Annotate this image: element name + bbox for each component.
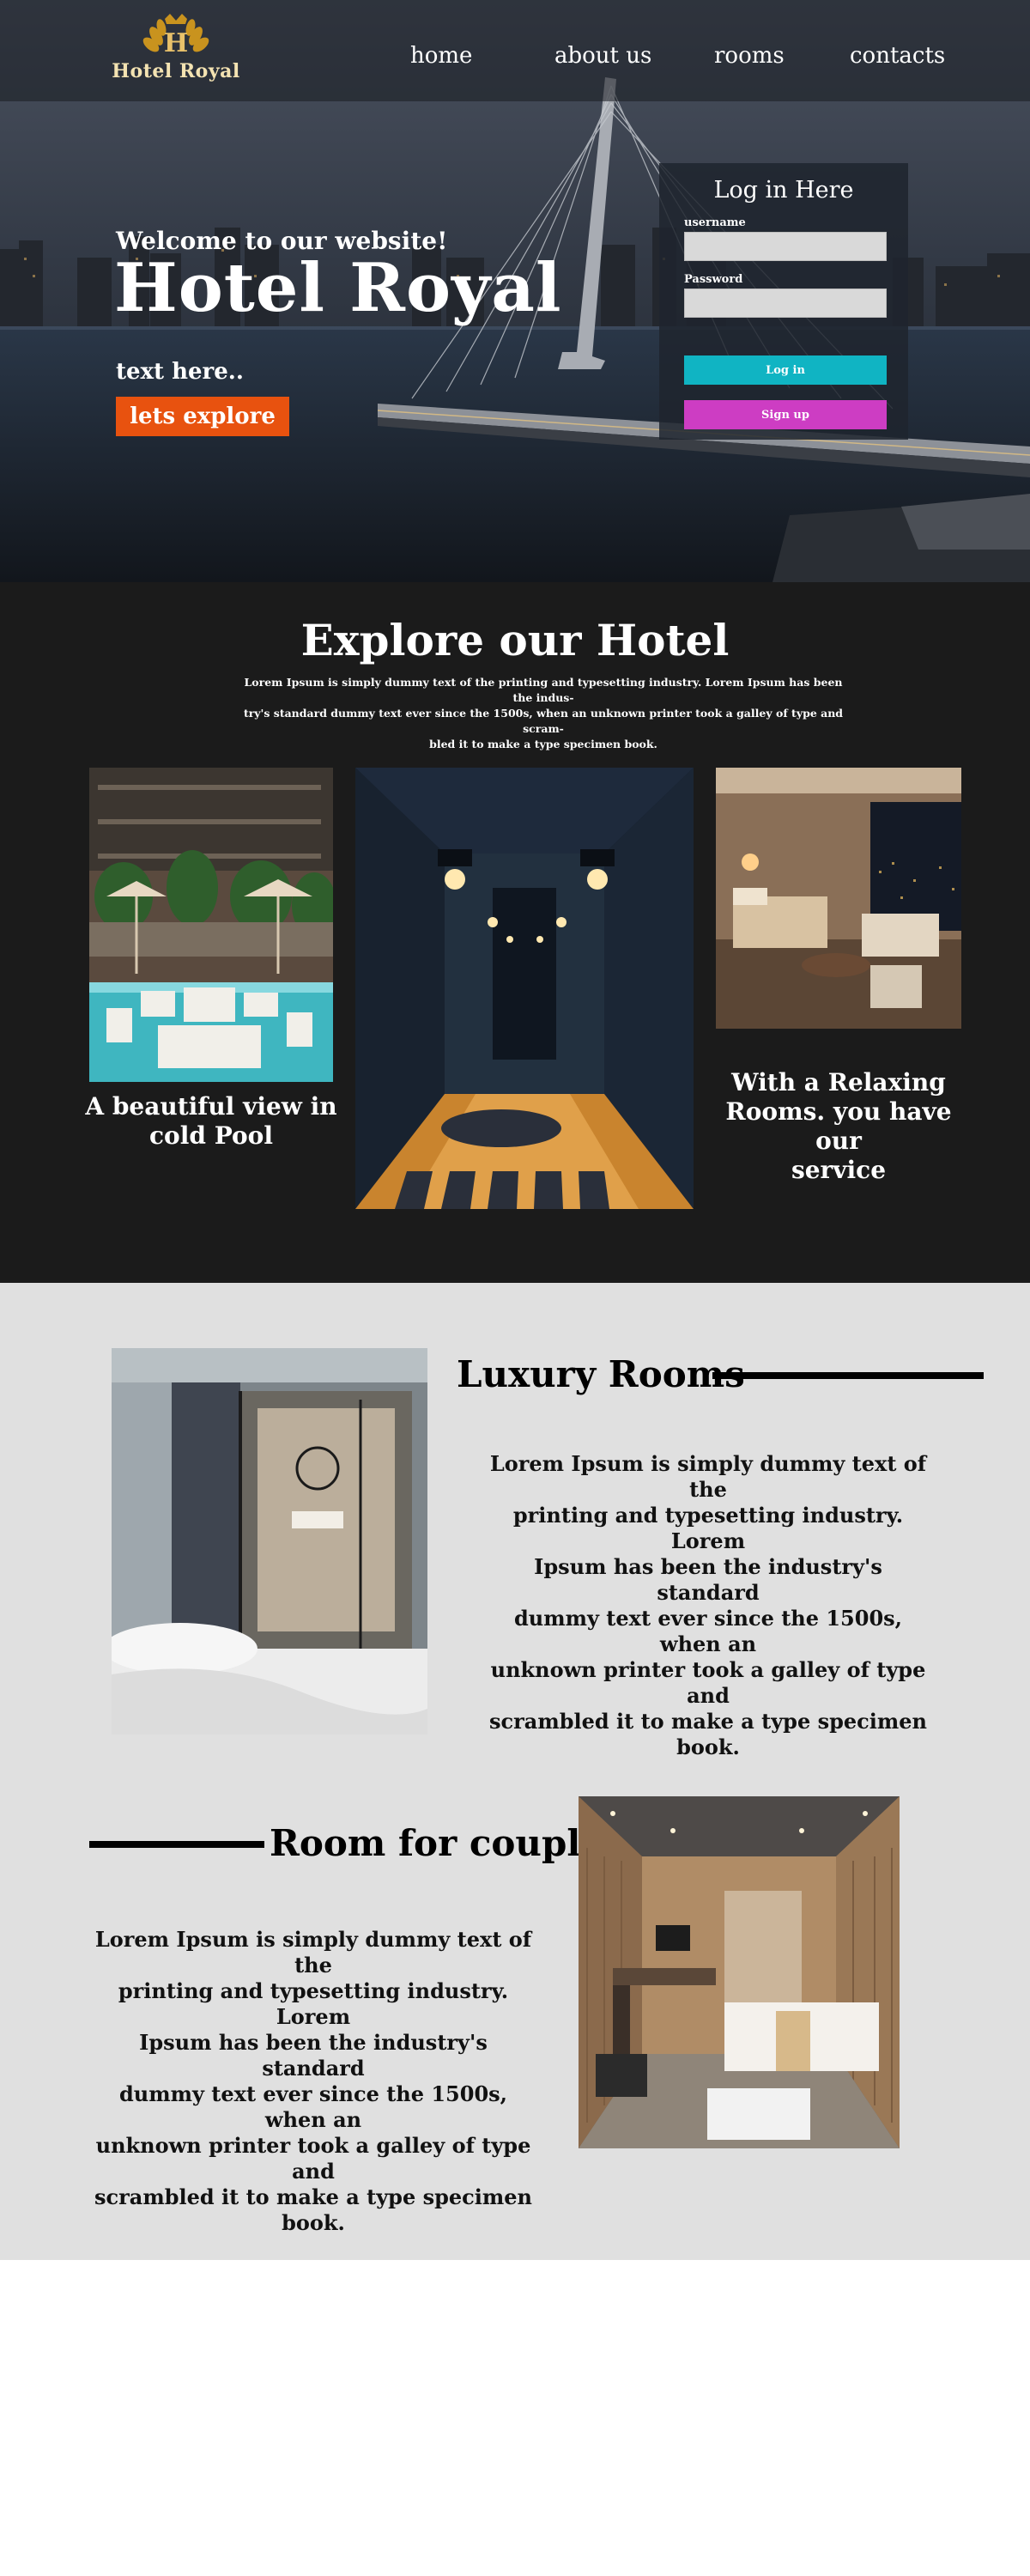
hero-text: text here..: [116, 359, 244, 385]
relaxing-room-caption: With a Relaxing Rooms. you have our serv…: [711, 1068, 966, 1185]
hero-title: Hotel Royal: [114, 249, 562, 327]
couples-text-line: dummy text ever since the 1500s, when an: [118, 2081, 508, 2132]
rooms-section: Luxury Rooms Lorem Ipsum is simply dummy…: [0, 1283, 1030, 2260]
log-in-button[interactable]: Log in: [684, 355, 887, 385]
couples-text-line: scrambled it to make a type specimen: [94, 2184, 532, 2209]
luxury-text-line: scrambled it to make a type specimen: [489, 1709, 927, 1734]
username-label: username: [684, 216, 746, 229]
username-input[interactable]: [684, 232, 887, 261]
nav-link-about-us[interactable]: about us: [554, 43, 651, 69]
explore-title: Explore our Hotel: [300, 615, 730, 665]
hotel-logo[interactable]: H Hotel Royal: [112, 10, 240, 89]
hero-section: H Hotel Royal home about us rooms contac…: [0, 0, 1030, 582]
pool-caption-line: cold Pool: [149, 1121, 273, 1150]
pool-photo: [89, 768, 333, 1082]
luxury-rooms-title: Luxury Rooms: [457, 1353, 745, 1395]
svg-text:H: H: [164, 28, 188, 58]
luxury-rooms-text: Lorem Ipsum is simply dummy text of the …: [485, 1451, 931, 1760]
nav-link-home[interactable]: home: [410, 43, 472, 69]
login-form: Log in Here username Password Log in Sig…: [659, 163, 908, 440]
luxury-text-line: printing and typesetting industry. Lorem: [512, 1503, 904, 1553]
top-navbar: H Hotel Royal home about us rooms contac…: [0, 0, 1030, 101]
lets-explore-button[interactable]: lets explore: [116, 397, 289, 436]
laurel-crown-icon: H: [142, 14, 209, 58]
explore-description-line: bled it to make a type specimen book.: [429, 738, 657, 750]
couples-room-photo: [579, 1796, 900, 2148]
relaxing-room-caption-line: service: [791, 1156, 887, 1184]
login-title: Log in Here: [713, 177, 854, 204]
couples-room-text: Lorem Ipsum is simply dummy text of the …: [90, 1927, 536, 2236]
couples-text-line: Ipsum has been the industry's standard: [139, 2030, 488, 2081]
couples-title-divider: [89, 1841, 264, 1848]
pool-caption-line: A beautiful view in: [85, 1092, 337, 1121]
room-for-couples-title: Room for couples: [270, 1822, 624, 1864]
couples-text-line: Lorem Ipsum is simply dummy text of the: [94, 1927, 532, 1978]
explore-description-line: Lorem Ipsum is simply dummy text of the …: [244, 676, 843, 704]
nav-link-rooms[interactable]: rooms: [714, 43, 785, 69]
explore-description-line: try's standard dummy text ever since the…: [243, 707, 844, 735]
explore-description: Lorem Ipsum is simply dummy text of the …: [239, 675, 848, 752]
sign-up-button[interactable]: Sign up: [684, 400, 887, 429]
luxury-text-line: unknown printer took a galley of type an…: [490, 1657, 926, 1708]
password-label: Password: [684, 273, 743, 286]
couples-text-line: printing and typesetting industry. Lorem: [118, 1978, 509, 2029]
explore-section: Explore our Hotel Lorem Ipsum is simply …: [0, 582, 1030, 1283]
couples-text-line: book.: [282, 2210, 345, 2235]
couples-text-line: unknown printer took a galley of type an…: [95, 2133, 531, 2184]
pool-caption: A beautiful view in cold Pool: [77, 1092, 345, 1151]
luxury-text-line: Lorem Ipsum is simply dummy text of the: [489, 1451, 927, 1502]
password-input[interactable]: [684, 289, 887, 318]
relaxing-room-caption-line: With a Relaxing: [731, 1068, 946, 1097]
luxury-text-line: dummy text ever since the 1500s, when an: [513, 1606, 903, 1656]
relaxing-room-caption-line: Rooms. you have our: [725, 1097, 952, 1155]
nav-link-contacts[interactable]: contacts: [850, 43, 945, 69]
corridor-photo: [355, 768, 694, 1209]
luxury-room-photo: [112, 1348, 427, 1735]
luxury-text-line: book.: [676, 1735, 740, 1759]
luxury-title-divider: [712, 1372, 984, 1379]
luxury-text-line: Ipsum has been the industry's standard: [534, 1554, 882, 1605]
relaxing-room-photo: [716, 768, 961, 1029]
logo-text: Hotel Royal: [112, 60, 240, 82]
